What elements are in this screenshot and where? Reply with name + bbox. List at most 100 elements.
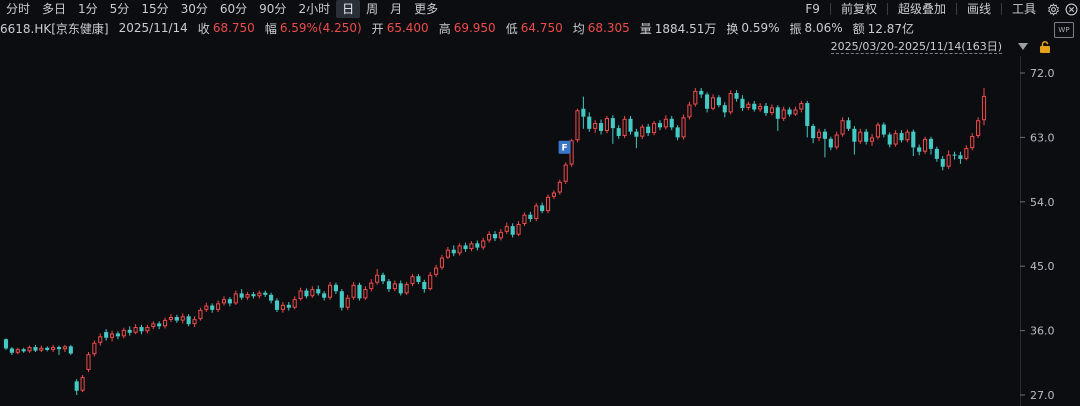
- candle[interactable]: [239, 289, 244, 300]
- candle[interactable]: [457, 243, 462, 256]
- tool-button-0[interactable]: F9: [797, 0, 828, 18]
- candle[interactable]: [98, 333, 103, 346]
- date-range-selector[interactable]: 2025/03/20-2025/11/14(163日): [830, 40, 1002, 54]
- candle[interactable]: [693, 88, 698, 107]
- candle[interactable]: [3, 338, 9, 350]
- candle[interactable]: [210, 303, 215, 313]
- candle[interactable]: [498, 228, 503, 241]
- candle[interactable]: [610, 115, 615, 144]
- candle[interactable]: [127, 326, 132, 336]
- candle[interactable]: [758, 103, 763, 112]
- candle[interactable]: [109, 330, 115, 342]
- tab-5[interactable]: 30分: [175, 0, 214, 18]
- tab-8[interactable]: 2小时: [292, 0, 336, 18]
- candle[interactable]: [734, 90, 739, 102]
- candle[interactable]: [233, 290, 238, 305]
- candle[interactable]: [598, 119, 604, 135]
- candle[interactable]: [587, 112, 592, 132]
- candle[interactable]: [746, 101, 751, 111]
- candle[interactable]: [504, 222, 509, 234]
- candle[interactable]: [816, 128, 822, 141]
- tool-button-3[interactable]: 画线: [959, 0, 999, 18]
- candle[interactable]: [852, 125, 857, 155]
- candle[interactable]: [269, 292, 274, 304]
- candle[interactable]: [846, 117, 851, 131]
- candle[interactable]: [622, 115, 627, 139]
- tab-10[interactable]: 周: [360, 0, 384, 18]
- candle[interactable]: [115, 331, 121, 340]
- candle[interactable]: [45, 346, 50, 352]
- candle[interactable]: [251, 291, 256, 299]
- tab-9[interactable]: 日: [336, 0, 361, 18]
- candle[interactable]: [121, 327, 126, 339]
- candle[interactable]: [911, 129, 916, 157]
- candle[interactable]: [369, 279, 374, 292]
- candle[interactable]: [304, 288, 309, 299]
- candle[interactable]: [781, 106, 786, 121]
- tab-7[interactable]: 90分: [253, 0, 292, 18]
- candle[interactable]: [952, 151, 957, 160]
- candle[interactable]: [799, 100, 804, 113]
- candle[interactable]: [775, 105, 780, 131]
- candle[interactable]: [946, 150, 951, 169]
- candle[interactable]: [380, 272, 386, 285]
- candle[interactable]: [416, 274, 421, 285]
- candle[interactable]: [351, 281, 356, 300]
- candle[interactable]: [186, 314, 191, 327]
- candle[interactable]: [198, 307, 203, 321]
- candle[interactable]: [917, 144, 922, 156]
- candle[interactable]: [875, 122, 881, 140]
- candle[interactable]: [981, 88, 987, 126]
- candle[interactable]: [640, 124, 645, 139]
- candle[interactable]: [74, 379, 79, 395]
- tool-button-1[interactable]: 前复权: [833, 0, 885, 18]
- candle[interactable]: [139, 324, 144, 335]
- candle[interactable]: [805, 100, 810, 138]
- candle[interactable]: [145, 324, 150, 334]
- candle[interactable]: [15, 347, 20, 355]
- candle[interactable]: [687, 101, 692, 120]
- candle[interactable]: [9, 347, 14, 355]
- candle[interactable]: [257, 290, 262, 299]
- candle[interactable]: [62, 344, 67, 353]
- candle[interactable]: [27, 345, 32, 353]
- candle[interactable]: [563, 162, 568, 184]
- candlestick-chart[interactable]: 27.0 36.0 45.0 54.0 63.0 72.0 F: [0, 56, 1080, 406]
- candle[interactable]: [728, 90, 733, 115]
- candle[interactable]: [51, 344, 56, 353]
- candle[interactable]: [157, 321, 162, 330]
- candle[interactable]: [923, 136, 928, 154]
- candle[interactable]: [540, 202, 545, 214]
- candle[interactable]: [522, 212, 527, 227]
- candle[interactable]: [333, 282, 338, 295]
- candle[interactable]: [392, 280, 397, 292]
- candle[interactable]: [245, 291, 250, 300]
- candle[interactable]: [940, 156, 945, 171]
- candle[interactable]: [475, 240, 480, 251]
- close-icon[interactable]: [1062, 0, 1080, 18]
- candle[interactable]: [646, 123, 651, 136]
- candle[interactable]: [899, 130, 904, 143]
- candle[interactable]: [375, 269, 380, 285]
- candle[interactable]: [445, 246, 450, 260]
- range-dropdown-icon[interactable]: [1018, 43, 1028, 50]
- candle[interactable]: [575, 108, 580, 143]
- candle[interactable]: [958, 151, 963, 164]
- candle[interactable]: [481, 237, 486, 250]
- candle[interactable]: [33, 344, 38, 353]
- f-marker[interactable]: F: [558, 140, 571, 154]
- candle[interactable]: [463, 242, 468, 252]
- candle[interactable]: [905, 129, 910, 143]
- candle[interactable]: [310, 286, 315, 298]
- tab-0[interactable]: 分时: [0, 0, 36, 18]
- candle[interactable]: [976, 117, 981, 139]
- candle[interactable]: [216, 300, 221, 312]
- candle[interactable]: [39, 345, 44, 353]
- candle[interactable]: [934, 146, 939, 162]
- candle[interactable]: [964, 145, 969, 161]
- candle[interactable]: [345, 294, 350, 310]
- candle[interactable]: [180, 313, 185, 324]
- candle[interactable]: [699, 88, 704, 99]
- candle[interactable]: [263, 290, 268, 297]
- candle[interactable]: [881, 122, 886, 138]
